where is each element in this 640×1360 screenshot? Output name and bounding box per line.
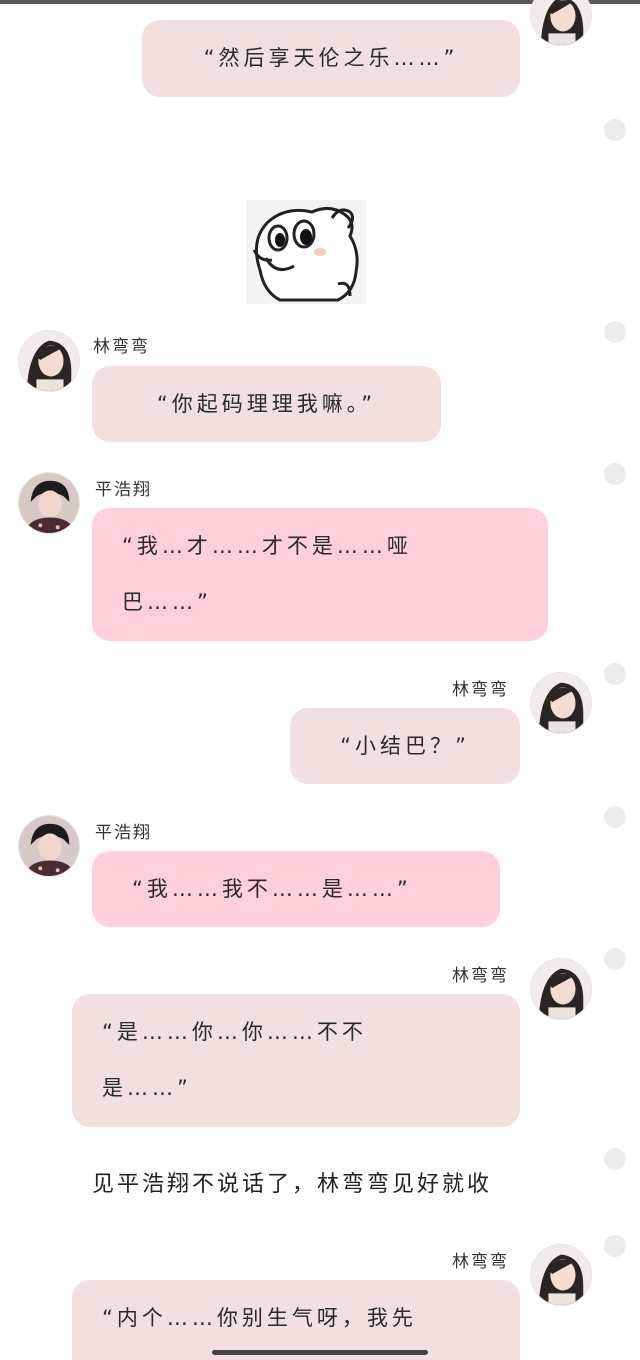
sender-name: 林弯弯 (93, 337, 150, 357)
sender-name: 林弯弯 (452, 966, 509, 986)
avatar-lin-image (531, 1245, 591, 1305)
sender-name: 平浩翔 (95, 823, 152, 843)
avatar-ping-image (19, 473, 79, 533)
avatar-ping[interactable] (18, 472, 80, 534)
narration-text: 见平浩翔不说话了，林弯弯见好就收 (92, 1172, 493, 1197)
sender-name: 林弯弯 (452, 1252, 509, 1272)
avatar-lin-image (531, 673, 591, 733)
avatar-lin-image (19, 331, 79, 391)
avatar-lin[interactable] (530, 0, 592, 46)
avatar-lin-image (531, 959, 591, 1019)
message-bubble[interactable]: “我…才……才不是……哑 巴……” (92, 508, 548, 641)
avatar-lin[interactable] (530, 1244, 592, 1306)
message-bubble[interactable]: “内个……你别生气呀，我先 (72, 1280, 520, 1360)
message-bubble[interactable]: “小结巴？” (290, 708, 520, 784)
avatar-lin[interactable] (530, 958, 592, 1020)
message-text-line: “内个……你别生气呀，我先 (102, 1306, 417, 1330)
message-bubble[interactable]: “你起码理理我嘛。” (92, 366, 441, 442)
sender-name: 林弯弯 (452, 680, 509, 700)
more-options-dot[interactable] (604, 119, 626, 141)
sticker-image (246, 200, 366, 304)
message-bubble[interactable]: “然后享天伦之乐……” (142, 20, 520, 97)
message-text-line: 巴……” (122, 590, 212, 614)
more-options-dot[interactable] (604, 948, 626, 970)
avatar-lin[interactable] (18, 330, 80, 392)
message-text: “然后享天伦之乐……” (203, 46, 459, 70)
message-text-line: “我…才……才不是……哑 (122, 534, 412, 558)
more-options-dot[interactable] (604, 463, 626, 485)
more-options-dot[interactable] (604, 321, 626, 343)
sender-name: 平浩翔 (95, 480, 152, 500)
message-text: “小结巴？” (340, 734, 470, 758)
avatar-ping-image (19, 816, 79, 876)
avatar-lin[interactable] (530, 672, 592, 734)
more-options-dot[interactable] (604, 1148, 626, 1170)
message-text: “你起码理理我嘛。” (156, 392, 377, 416)
more-options-dot[interactable] (604, 806, 626, 828)
avatar-ping[interactable] (18, 815, 80, 877)
message-bubble[interactable]: “我……我不……是……” (92, 851, 500, 927)
message-text: “我……我不……是……” (132, 877, 412, 901)
message-text-line: “是……你…你……不不 (102, 1020, 367, 1044)
message-text-line: 是……” (102, 1076, 192, 1100)
more-options-dot[interactable] (604, 1235, 626, 1257)
message-bubble[interactable]: “是……你…你……不不 是……” (72, 994, 520, 1127)
avatar-lin-image (531, 0, 591, 45)
cartoon-blob-sticker-icon (246, 200, 366, 304)
home-indicator[interactable] (212, 1350, 428, 1355)
more-options-dot[interactable] (604, 663, 626, 685)
